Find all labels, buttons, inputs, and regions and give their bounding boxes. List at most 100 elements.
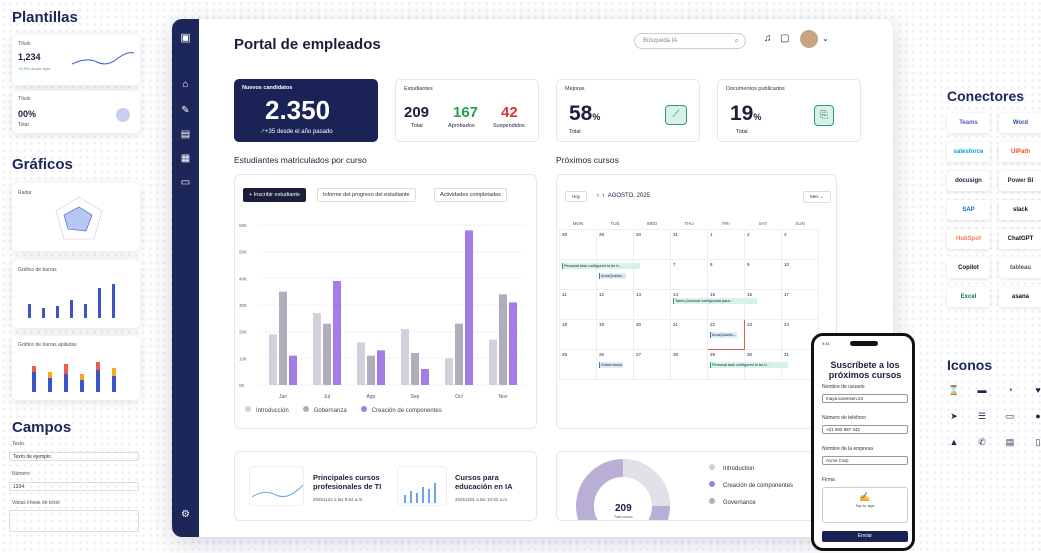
- next-month-icon[interactable]: ›: [602, 193, 604, 199]
- connector-power-bi[interactable]: Power BI: [999, 171, 1041, 191]
- calendar-day[interactable]: 29 Personal task configured to be b...: [707, 348, 788, 380]
- avatar[interactable]: [800, 30, 818, 48]
- chat-icon[interactable]: ▢: [780, 33, 789, 44]
- calendar-event[interactable]: AuraQuantic...: [710, 331, 738, 338]
- calendar-day[interactable]: 30: [633, 228, 671, 260]
- folder-icon[interactable]: ▬: [975, 385, 989, 395]
- today-button[interactable]: Hoy: [565, 191, 588, 202]
- calendar-day[interactable]: 27: [633, 348, 671, 380]
- hourglass-icon[interactable]: ⌛: [947, 385, 961, 396]
- connector-asana[interactable]: asana: [999, 287, 1041, 307]
- bar-chart-card[interactable]: Gráfico de barras: [12, 260, 140, 328]
- calendar-day[interactable]: 22 AuraQuantic...: [707, 318, 745, 350]
- enroll-student-button[interactable]: + Inscribir estudiante: [243, 188, 306, 202]
- calendar-day[interactable]: 25: [559, 348, 597, 380]
- calendar-day[interactable]: 23: [744, 318, 782, 350]
- prev-month-icon[interactable]: ‹: [597, 193, 599, 199]
- connector-tableau[interactable]: tableau: [999, 258, 1041, 278]
- connector-hubspot[interactable]: HubSpot: [947, 229, 990, 249]
- template-card-percent[interactable]: Título 00% Total: [12, 91, 140, 133]
- calendar-day[interactable]: 8: [707, 258, 745, 290]
- pie-chart-icon[interactable]: ◔: [1003, 385, 1017, 395]
- kpi-new-candidates[interactable]: Nuevos candidatos 2.350 ↗+35 desde el añ…: [234, 79, 378, 142]
- template-card-stat[interactable]: Título 1,234 +2,3% desde ayer: [12, 35, 140, 85]
- chevron-down-icon[interactable]: ⌄: [822, 34, 829, 43]
- calendar-day[interactable]: 4Personal task configured to be b...: [559, 258, 640, 290]
- home-icon[interactable]: ⌂: [172, 79, 199, 90]
- monitor-icon[interactable]: ▭: [1003, 411, 1017, 422]
- app-logo-icon[interactable]: ▣: [172, 31, 199, 44]
- heart-icon[interactable]: ♥: [1031, 385, 1041, 395]
- bell-icon[interactable]: ♫: [764, 33, 772, 44]
- stacked-bar-chart-card[interactable]: Gráfico de barras apiladas: [12, 336, 140, 400]
- calendar-day[interactable]: 3: [781, 228, 819, 260]
- radar-chart-card[interactable]: Radar: [12, 183, 140, 251]
- calendar-day[interactable]: 2: [744, 228, 782, 260]
- calendar-day[interactable]: 21: [670, 318, 708, 350]
- archive-icon[interactable]: ▤: [1003, 437, 1017, 448]
- list-icon[interactable]: ☰: [975, 411, 989, 422]
- calendar-day[interactable]: 9: [744, 258, 782, 290]
- calendar-event[interactable]: Gobernanza: [599, 361, 623, 368]
- number-field[interactable]: 1234: [9, 482, 139, 491]
- connector-sap[interactable]: SAP: [947, 200, 990, 220]
- view-select[interactable]: Mes ⌄: [803, 191, 831, 203]
- course-title[interactable]: Cursos para educación en IA: [455, 473, 525, 491]
- calendar-day[interactable]: 10: [781, 258, 819, 290]
- bell-icon[interactable]: ●: [1031, 411, 1041, 421]
- calendar-day[interactable]: 28: [559, 228, 597, 260]
- calendar-day[interactable]: 19: [596, 318, 634, 350]
- progress-report-button[interactable]: Informe del progreso del estudiante: [317, 188, 416, 202]
- send-icon[interactable]: ➤: [947, 411, 961, 422]
- kpi-published-docs[interactable]: Documentos publicados 19% Total ⎘: [717, 79, 861, 142]
- calendar-day[interactable]: 7: [670, 258, 708, 290]
- calendar-day[interactable]: 1: [707, 228, 745, 260]
- connector-slack[interactable]: slack: [999, 200, 1041, 220]
- calendar-day[interactable]: 28: [670, 348, 708, 380]
- connector-excel[interactable]: Excel: [947, 287, 990, 307]
- calendar-icon[interactable]: ▦: [172, 153, 199, 164]
- kpi-students[interactable]: Estudiantes 209 Total 167 Aprobados 42 S…: [395, 79, 539, 142]
- calendar-day[interactable]: 15: [707, 288, 745, 320]
- connector-teams[interactable]: Teams: [947, 113, 990, 133]
- calendar-event[interactable]: Personal task configured to be b...: [562, 262, 640, 269]
- calendar-day[interactable]: 14 Tarea personal configurada para...: [670, 288, 757, 320]
- calendar-day[interactable]: 13: [633, 288, 671, 320]
- calendar-event[interactable]: Personal task configured to be b...: [710, 361, 788, 368]
- text-field[interactable]: Texto de ejemplo: [9, 452, 139, 461]
- connector-uipath[interactable]: UiPath: [999, 142, 1041, 162]
- connector-chatgpt[interactable]: ChatGPT: [999, 229, 1041, 249]
- calendar-event[interactable]: Tarea personal configurada para...: [673, 297, 757, 304]
- chart-icon[interactable]: ▤: [172, 129, 199, 140]
- connector-salesforce[interactable]: salesforce: [947, 142, 990, 162]
- username-field[interactable]: maya.sorensen.23: [822, 394, 908, 403]
- phone-field[interactable]: +01 692 987 442: [822, 425, 908, 434]
- calendar-day[interactable]: 16: [744, 288, 782, 320]
- connector-copilot[interactable]: Copilot: [947, 258, 990, 278]
- submit-button[interactable]: Enviar: [822, 531, 908, 542]
- search-input[interactable]: Búsqueda IA ⌕: [634, 33, 746, 49]
- phone-icon[interactable]: ✆: [975, 437, 989, 448]
- edit-icon[interactable]: ✎: [172, 105, 199, 116]
- calendar-day[interactable]: 26 Gobernanza: [596, 348, 634, 380]
- settings-icon[interactable]: ⚙: [172, 509, 199, 520]
- completed-activities-button[interactable]: Actividades completadas: [434, 188, 507, 202]
- connector-word[interactable]: Word: [999, 113, 1041, 133]
- connector-docusign[interactable]: docusign: [947, 171, 990, 191]
- textarea-field[interactable]: [9, 510, 139, 532]
- calendar-day[interactable]: 20: [633, 318, 671, 350]
- calendar-day[interactable]: 11: [559, 288, 597, 320]
- kpi-improvements[interactable]: Mejoras 58% Total ⟋: [556, 79, 700, 142]
- calendar-day[interactable]: 12: [596, 288, 634, 320]
- calendar-event[interactable]: AuraQuantic...: [599, 272, 627, 279]
- company-field[interactable]: Acme Corp: [822, 456, 908, 465]
- signature-pad[interactable]: ✍ Tap to sign: [822, 487, 908, 523]
- document-icon[interactable]: ▯: [1031, 437, 1041, 448]
- briefcase-icon[interactable]: ▭: [172, 177, 199, 188]
- course-title[interactable]: Principales cursos profesionales de TI: [313, 473, 399, 491]
- calendar-day[interactable]: 29: [596, 228, 634, 260]
- calendar-day[interactable]: 17: [781, 288, 819, 320]
- notification-icon[interactable]: ▲: [947, 437, 961, 447]
- calendar-day[interactable]: 18: [559, 318, 597, 350]
- calendar-day[interactable]: 31: [670, 228, 708, 260]
